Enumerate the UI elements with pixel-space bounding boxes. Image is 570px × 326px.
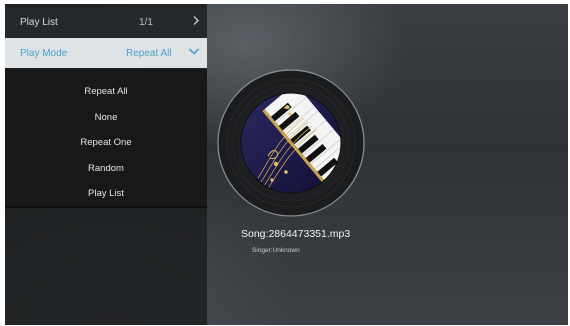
settings-panel: Play List 1/1 Play Mode Repeat All Repea…	[5, 4, 207, 325]
playmode-value: Repeat All	[126, 47, 172, 59]
song-title: Song:2864473351.mp3	[241, 228, 351, 240]
playmode-dropdown: Repeat All None Repeat One Random Play L…	[5, 69, 207, 208]
playmode-label: Play Mode	[20, 47, 68, 59]
option-repeat-all[interactable]: Repeat All	[5, 86, 207, 97]
music-disc-icon	[217, 69, 365, 217]
album-disc	[216, 68, 366, 218]
player-screen: Play List 1/1 Play Mode Repeat All Repea…	[5, 4, 568, 325]
playmode-row[interactable]: Play Mode Repeat All	[5, 38, 207, 68]
playlist-count: 1/1	[139, 16, 153, 28]
option-repeat-one[interactable]: Repeat One	[5, 137, 207, 148]
playlist-label: Play List	[20, 16, 58, 28]
playlist-row[interactable]: Play List 1/1	[5, 8, 207, 36]
option-random[interactable]: Random	[5, 163, 207, 174]
option-play-list[interactable]: Play List	[5, 188, 207, 199]
option-none[interactable]: None	[5, 112, 207, 123]
chevron-right-icon[interactable]	[192, 16, 200, 29]
singer-name: Singer:Unknown	[252, 247, 300, 254]
chevron-down-icon[interactable]	[188, 48, 200, 59]
